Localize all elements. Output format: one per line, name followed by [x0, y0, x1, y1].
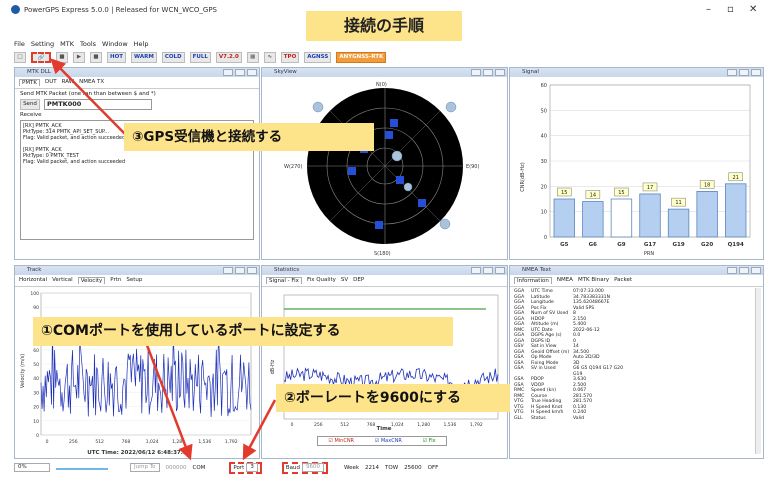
- callout-step3: ③GPS受信機と接続する: [124, 123, 374, 151]
- annotation-arrows: [50, 58, 277, 461]
- arrow-step3: [50, 58, 126, 135]
- arrow-step1: [143, 339, 193, 461]
- callout-step2: ②ボーレートを9600にする: [276, 384, 510, 412]
- arrow-step2: [242, 399, 277, 461]
- callout-step1: ①COMポートを使用しているポートに設定する: [33, 317, 453, 346]
